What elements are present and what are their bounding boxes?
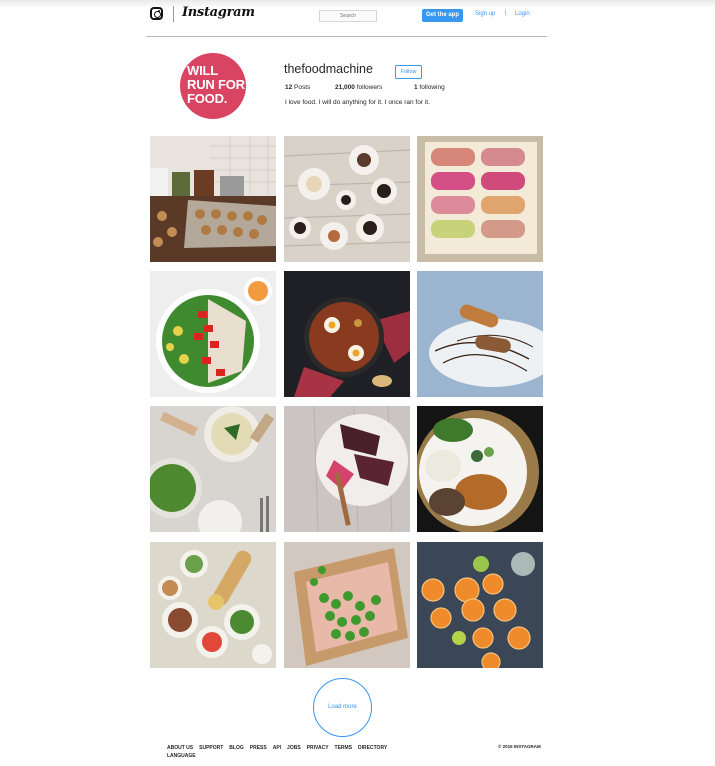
copyright-text: © 2016 INSTAGRAM: [498, 744, 541, 749]
post-thumbnail[interactable]: [284, 542, 410, 668]
beet-cake-photo: [284, 406, 410, 532]
camera-logo-icon[interactable]: [150, 7, 163, 20]
instagram-wordmark[interactable]: Instagram: [182, 5, 255, 20]
footer-link-blog[interactable]: BLOG: [229, 744, 243, 752]
post-thumbnail[interactable]: [150, 271, 276, 397]
macarons-photo: [417, 136, 543, 262]
logo-divider: [173, 6, 174, 22]
posts-stat: 12 Posts: [285, 84, 310, 91]
followers-count: 21,000: [335, 84, 355, 91]
following-label: following: [419, 84, 445, 91]
followers-label: followers: [356, 84, 383, 91]
post-thumbnail[interactable]: [150, 136, 276, 262]
pea-toast-photo: [284, 542, 410, 668]
post-thumbnail[interactable]: [284, 136, 410, 262]
footer-link-directory[interactable]: DIRECTORY: [358, 744, 387, 752]
roast-chicken-photo: [417, 406, 543, 532]
sign-up-link[interactable]: Sign up: [475, 11, 495, 17]
followers-stat[interactable]: 21,000 followers: [335, 84, 382, 91]
avatar-text-line: FOOD.: [187, 91, 228, 106]
post-thumbnail[interactable]: [417, 542, 543, 668]
post-thumbnail[interactable]: [150, 542, 276, 668]
following-count: 1: [414, 84, 418, 91]
posts-label: Posts: [294, 84, 311, 91]
profile-username: thefoodmachine: [284, 62, 373, 76]
footer-link-jobs[interactable]: JOBS: [287, 744, 301, 752]
follow-button[interactable]: Follow: [395, 65, 422, 79]
cookies-photo: [150, 136, 276, 262]
profile-avatar: WILL RUN FOR FOOD.: [180, 53, 246, 119]
login-link[interactable]: Login: [515, 11, 530, 17]
post-thumbnail[interactable]: [417, 271, 543, 397]
profile-bio: I love food. I will do anything for it. …: [285, 99, 430, 106]
nav-separator: |: [505, 10, 507, 16]
footer-link-press[interactable]: PRESS: [250, 744, 267, 752]
post-thumbnail[interactable]: [284, 271, 410, 397]
search-input[interactable]: [319, 10, 377, 22]
footer-link-terms[interactable]: TERMS: [335, 744, 353, 752]
load-more-button[interactable]: Load more: [313, 678, 372, 737]
footer-link-support[interactable]: SUPPORT: [199, 744, 223, 752]
tea-table-photo: [284, 136, 410, 262]
shakshuka-photo: [284, 271, 410, 397]
post-thumbnail[interactable]: [150, 406, 276, 532]
blood-oranges-photo: [417, 542, 543, 668]
post-thumbnail[interactable]: [417, 136, 543, 262]
salad-bowl-photo: [150, 271, 276, 397]
post-thumbnail[interactable]: [417, 406, 543, 532]
footer-links: ABOUT US SUPPORT BLOG PRESS API JOBS PRIVACY TE…: [167, 744, 407, 760]
picnic-spread-photo: [150, 542, 276, 668]
footer-link-language[interactable]: LANGUAGE: [167, 752, 196, 760]
post-thumbnail[interactable]: [284, 406, 410, 532]
crepes-photo: [417, 271, 543, 397]
soup-salad-photo: [150, 406, 276, 532]
posts-count: 12: [285, 84, 293, 91]
avatar-text-line: RUN FOR: [187, 77, 245, 92]
footer-link-privacy[interactable]: PRIVACY: [307, 744, 329, 752]
footer-link-api[interactable]: API: [273, 744, 281, 752]
site-header: Instagram Get the app Sign up | Login: [146, 0, 547, 37]
following-stat[interactable]: 1 following: [414, 84, 445, 91]
avatar-text-line: WILL: [187, 63, 218, 78]
get-the-app-button[interactable]: Get the app: [422, 9, 463, 22]
footer-link-about[interactable]: ABOUT US: [167, 744, 193, 752]
